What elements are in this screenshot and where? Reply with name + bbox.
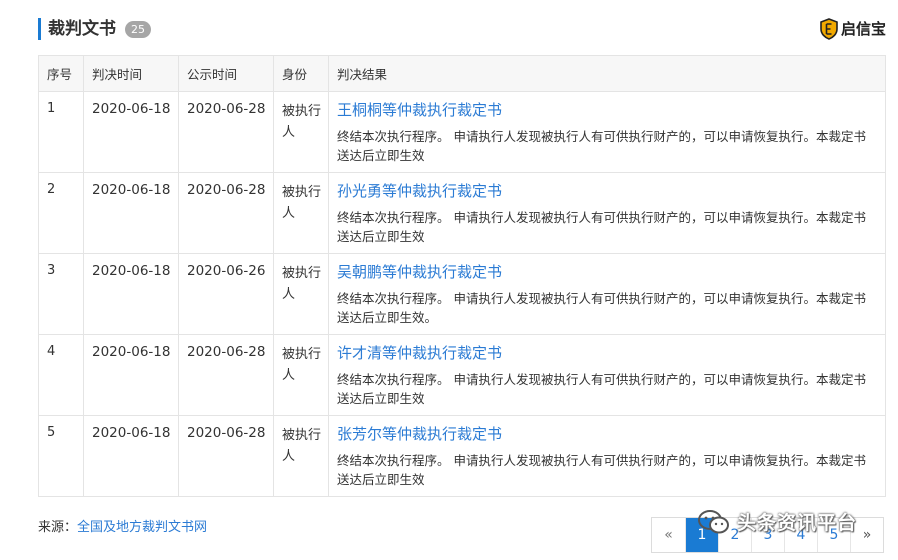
table-row: 2 2020-06-18 2020-06-28 被执行人 孙光勇等仲裁执行裁定书… [38, 172, 886, 254]
column-header-result: 判决结果 [328, 55, 886, 92]
publish-date: 2020-06-28 [178, 334, 274, 416]
party-role: 被执行人 [273, 172, 329, 254]
table-row: 5 2020-06-18 2020-06-28 被执行人 张芳尔等仲裁执行裁定书… [38, 415, 886, 497]
table-header-row: 序号 判决时间 公示时间 身份 判决结果 [38, 55, 886, 92]
source-line: 来源：全国及地方裁判文书网 [38, 519, 207, 537]
judgment-result: 孙光勇等仲裁执行裁定书 终结本次执行程序。 申请执行人发现被执行人有可供执行财产… [328, 172, 886, 254]
column-header-publish-date: 公示时间 [178, 55, 274, 92]
column-header-role: 身份 [273, 55, 329, 92]
judgment-date: 2020-06-18 [83, 415, 179, 497]
table-row: 3 2020-06-18 2020-06-26 被执行人 吴朝鹏等仲裁执行裁定书… [38, 253, 886, 335]
judgment-date: 2020-06-18 [83, 172, 179, 254]
watermark-text: 头条资讯平台 [737, 512, 858, 534]
brand-logo-group: 启信宝 [820, 17, 886, 41]
case-title-link[interactable]: 吴朝鹏等仲裁执行裁定书 [337, 263, 885, 281]
watermark: 头条资讯平台 [697, 508, 857, 535]
row-index: 2 [38, 172, 84, 254]
brand-name: 启信宝 [840, 20, 886, 38]
title-accent-bar [38, 18, 41, 40]
publish-date: 2020-06-28 [178, 415, 274, 497]
party-role: 被执行人 [273, 415, 329, 497]
judgment-date: 2020-06-18 [83, 334, 179, 416]
party-role: 被执行人 [273, 334, 329, 416]
prev-page-button[interactable]: « [652, 518, 685, 552]
judgment-result: 吴朝鹏等仲裁执行裁定书 终结本次执行程序。 申请执行人发现被执行人有可供执行财产… [328, 253, 886, 335]
case-summary: 终结本次执行程序。 申请执行人发现被执行人有可供执行财产的，可以申请恢复执行。本… [337, 291, 866, 325]
case-summary: 终结本次执行程序。 申请执行人发现被执行人有可供执行财产的，可以申请恢复执行。本… [337, 453, 866, 487]
judgment-result: 王桐桐等仲裁执行裁定书 终结本次执行程序。 申请执行人发现被执行人有可供执行财产… [328, 91, 886, 173]
row-index: 1 [38, 91, 84, 173]
judgment-result: 张芳尔等仲裁执行裁定书 终结本次执行程序。 申请执行人发现被执行人有可供执行财产… [328, 415, 886, 497]
case-title-link[interactable]: 孙光勇等仲裁执行裁定书 [337, 182, 885, 200]
judgment-result: 许才清等仲裁执行裁定书 终结本次执行程序。 申请执行人发现被执行人有可供执行财产… [328, 334, 886, 416]
table-row: 4 2020-06-18 2020-06-28 被执行人 许才清等仲裁执行裁定书… [38, 334, 886, 416]
shield-icon [820, 18, 838, 40]
column-header-index: 序号 [38, 55, 84, 92]
case-title-link[interactable]: 许才清等仲裁执行裁定书 [337, 344, 885, 362]
judgment-table: 序号 判决时间 公示时间 身份 判决结果 1 2020-06-18 2020-0… [38, 55, 886, 497]
source-label: 来源： [38, 520, 78, 535]
publish-date: 2020-06-26 [178, 253, 274, 335]
party-role: 被执行人 [273, 253, 329, 335]
column-header-judgment-date: 判决时间 [83, 55, 179, 92]
section-header: 裁判文书 25 启信宝 [38, 16, 886, 44]
case-title-link[interactable]: 张芳尔等仲裁执行裁定书 [337, 425, 885, 443]
judgment-date: 2020-06-18 [83, 91, 179, 173]
party-role: 被执行人 [273, 91, 329, 173]
wechat-icon [698, 509, 729, 533]
table-row: 1 2020-06-18 2020-06-28 被执行人 王桐桐等仲裁执行裁定书… [38, 91, 886, 173]
case-summary: 终结本次执行程序。 申请执行人发现被执行人有可供执行财产的，可以申请恢复执行。本… [337, 129, 866, 163]
case-summary: 终结本次执行程序。 申请执行人发现被执行人有可供执行财产的，可以申请恢复执行。本… [337, 210, 866, 244]
publish-date: 2020-06-28 [178, 172, 274, 254]
row-index: 5 [38, 415, 84, 497]
case-summary: 终结本次执行程序。 申请执行人发现被执行人有可供执行财产的，可以申请恢复执行。本… [337, 372, 866, 406]
section-title: 裁判文书 [48, 19, 116, 39]
row-index: 4 [38, 334, 84, 416]
count-badge: 25 [125, 21, 151, 38]
source-link[interactable]: 全国及地方裁判文书网 [77, 520, 207, 535]
row-index: 3 [38, 253, 84, 335]
judgment-date: 2020-06-18 [83, 253, 179, 335]
case-title-link[interactable]: 王桐桐等仲裁执行裁定书 [337, 101, 885, 119]
publish-date: 2020-06-28 [178, 91, 274, 173]
